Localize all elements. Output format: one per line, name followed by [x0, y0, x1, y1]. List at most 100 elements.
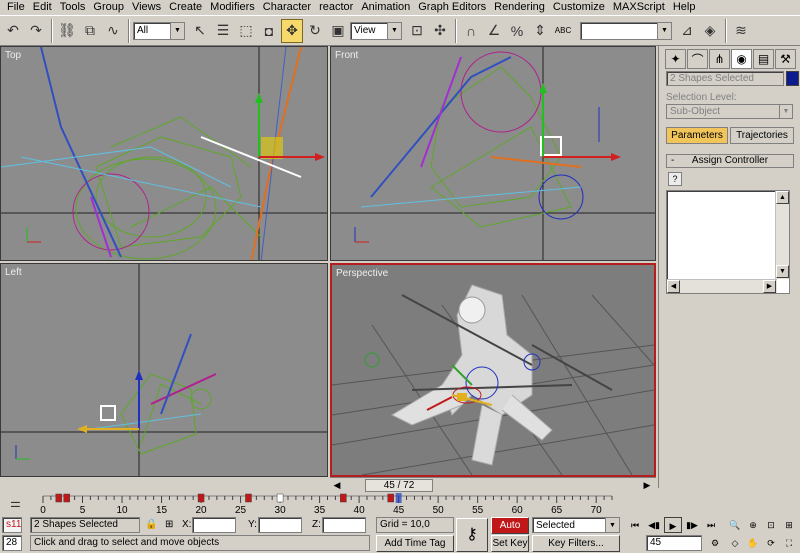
viewport-left[interactable]: Left [0, 263, 328, 477]
assign-controller-rollout[interactable]: - Assign Controller [666, 154, 794, 168]
modify-tab-icon[interactable]: ⌒ [687, 49, 708, 69]
create-tab-icon[interactable]: ✦ [665, 49, 686, 69]
viewport-front[interactable]: Front [330, 46, 656, 261]
absolute-mode-icon[interactable]: ⊞ [165, 517, 173, 533]
layer-manager-icon[interactable]: ≋ [730, 19, 752, 43]
set-keys-key-icon[interactable]: ⚷ [456, 518, 488, 552]
select-object-icon[interactable]: ↖ [189, 19, 211, 43]
time-slider[interactable]: ◀ 45 / 72 ▶ [330, 477, 656, 492]
sub-object-dropdown[interactable]: Sub-Object ▼ [666, 104, 793, 119]
field-of-view-icon[interactable]: ◇ [726, 535, 744, 551]
lock-selection-icon[interactable]: 🔒 [145, 517, 157, 533]
next-frame-icon[interactable]: ▮▶ [683, 517, 701, 533]
select-by-name-icon[interactable]: ☰ [212, 19, 234, 43]
key-filters-button[interactable]: Key Filters... [532, 535, 620, 552]
zoom-extents-all-icon[interactable]: ⊞ [780, 517, 798, 533]
scroll-right-icon[interactable]: ▶ [763, 280, 776, 293]
menu-create[interactable]: Create [165, 0, 206, 14]
current-frame-spinner[interactable]: 45 [646, 535, 702, 551]
window-crossing-icon[interactable]: ◘ [258, 19, 280, 43]
viewport-label-top[interactable]: Top [5, 50, 21, 61]
align-icon[interactable]: ◈ [699, 19, 721, 43]
menu-help[interactable]: Help [669, 0, 700, 14]
menu-customize[interactable]: Customize [549, 0, 609, 14]
viewport-label-front[interactable]: Front [335, 50, 358, 61]
scroll-down-icon[interactable]: ▼ [776, 265, 789, 278]
menu-maxscript[interactable]: MAXScript [609, 0, 669, 14]
bind-to-space-warp-icon[interactable]: ∿ [102, 19, 124, 43]
unlink-selection-icon[interactable]: ⧉ [79, 19, 101, 43]
menu-file[interactable]: File [3, 0, 29, 14]
menu-animation[interactable]: Animation [357, 0, 414, 14]
menu-tools[interactable]: Tools [56, 0, 90, 14]
viewport-label-left[interactable]: Left [5, 267, 22, 278]
spinner-snap-icon[interactable]: ⇕ [529, 19, 551, 43]
zoom-all-icon[interactable]: ⊕ [744, 517, 762, 533]
play-icon[interactable]: ▶ [664, 517, 682, 533]
select-and-link-icon[interactable]: ⛓ [56, 19, 78, 43]
time-slider-thumb[interactable]: 45 / 72 [365, 478, 433, 492]
y-coordinate-field[interactable] [258, 517, 302, 533]
viewport-top[interactable]: Top [0, 46, 328, 261]
display-tab-icon[interactable]: ▤ [753, 49, 774, 69]
percent-snap-icon[interactable]: % [506, 19, 528, 43]
menu-reactor[interactable]: reactor [315, 0, 357, 14]
object-color-swatch[interactable] [786, 71, 799, 86]
parameters-tab[interactable]: Parameters [666, 127, 728, 144]
vertical-scrollbar[interactable]: ▲ ▼ [775, 191, 789, 279]
x-coordinate-field[interactable] [192, 517, 236, 533]
previous-frame-icon[interactable]: ◀▮ [645, 517, 663, 533]
select-and-rotate-icon[interactable]: ↻ [304, 19, 326, 43]
maximize-viewport-icon[interactable]: ⛶ [780, 535, 798, 551]
rectangular-selection-icon[interactable]: ⬚ [235, 19, 257, 43]
add-time-tag-button[interactable]: Add Time Tag [376, 535, 454, 552]
scroll-left-icon[interactable]: ◀ [667, 280, 680, 293]
time-configuration-icon[interactable]: ⚙ [706, 535, 724, 551]
key-mode-dropdown[interactable]: Selected ▼ [532, 517, 620, 533]
pan-hand-icon[interactable]: ✋ [744, 535, 762, 551]
select-and-scale-icon[interactable]: ▣ [327, 19, 349, 43]
z-coordinate-field[interactable] [322, 517, 366, 533]
menu-rendering[interactable]: Rendering [490, 0, 549, 14]
maxscript-listener[interactable]: s11 [2, 517, 22, 533]
angle-snap-icon[interactable]: ∠ [483, 19, 505, 43]
menu-modifiers[interactable]: Modifiers [206, 0, 259, 14]
snaps-toggle-icon[interactable]: ∩ [460, 19, 482, 43]
select-and-manipulate-icon[interactable]: ✣ [429, 19, 451, 43]
go-to-end-icon[interactable]: ⏭ [702, 517, 720, 533]
horizontal-scrollbar[interactable]: ◀ ▶ [667, 279, 777, 293]
utilities-tab-icon[interactable]: ⚒ [775, 49, 796, 69]
named-selection-sets-dropdown[interactable]: ▼ [580, 21, 672, 40]
redo-icon[interactable]: ↷ [25, 19, 47, 43]
hierarchy-tab-icon[interactable]: ⋔ [709, 49, 730, 69]
menu-graph-editors[interactable]: Graph Editors [414, 0, 490, 14]
reference-coordinate-dropdown[interactable]: View ▼ [350, 21, 402, 40]
assign-controller-icon[interactable]: ? [668, 172, 682, 186]
viewport-perspective[interactable]: Perspective [330, 263, 656, 477]
time-slider-right-icon[interactable]: ▶ [640, 480, 654, 491]
menu-group[interactable]: Group [89, 0, 128, 14]
frame-field[interactable]: 28 [2, 535, 22, 551]
auto-key-button[interactable]: Auto Key [491, 517, 529, 546]
time-slider-left-icon[interactable]: ◀ [330, 480, 344, 491]
controller-tree-list[interactable]: ▲ ▼ ◀ ▶ [666, 190, 790, 294]
edit-named-selections-button[interactable]: ABC [552, 19, 574, 43]
zoom-icon[interactable]: 🔍 [726, 517, 744, 533]
viewport-label-perspective[interactable]: Perspective [336, 268, 388, 279]
motion-tab-icon[interactable]: ◉ [731, 49, 752, 69]
pivot-center-icon[interactable]: ⊡ [406, 19, 428, 43]
set-key-button[interactable]: Set Key [491, 535, 529, 552]
selection-filter-dropdown[interactable]: All ▼ [133, 21, 185, 40]
zoom-extents-icon[interactable]: ⊡ [762, 517, 780, 533]
scroll-up-icon[interactable]: ▲ [776, 191, 789, 204]
select-and-move-icon[interactable]: ✥ [281, 18, 303, 43]
object-name-field[interactable]: 2 Shapes Selected [666, 71, 784, 86]
track-bar[interactable]: ⚌ 0 5 10 15 20 25 30 35 40 45 50 55 60 65 70 [0, 492, 658, 516]
menu-character[interactable]: Character [259, 0, 315, 14]
trajectories-tab[interactable]: Trajectories [730, 127, 794, 144]
arc-rotate-icon[interactable]: ⟳ [762, 535, 780, 551]
menu-views[interactable]: Views [128, 0, 165, 14]
undo-icon[interactable]: ↶ [2, 19, 24, 43]
mirror-icon[interactable]: ⊿ [676, 19, 698, 43]
go-to-start-icon[interactable]: ⏮ [626, 517, 644, 533]
